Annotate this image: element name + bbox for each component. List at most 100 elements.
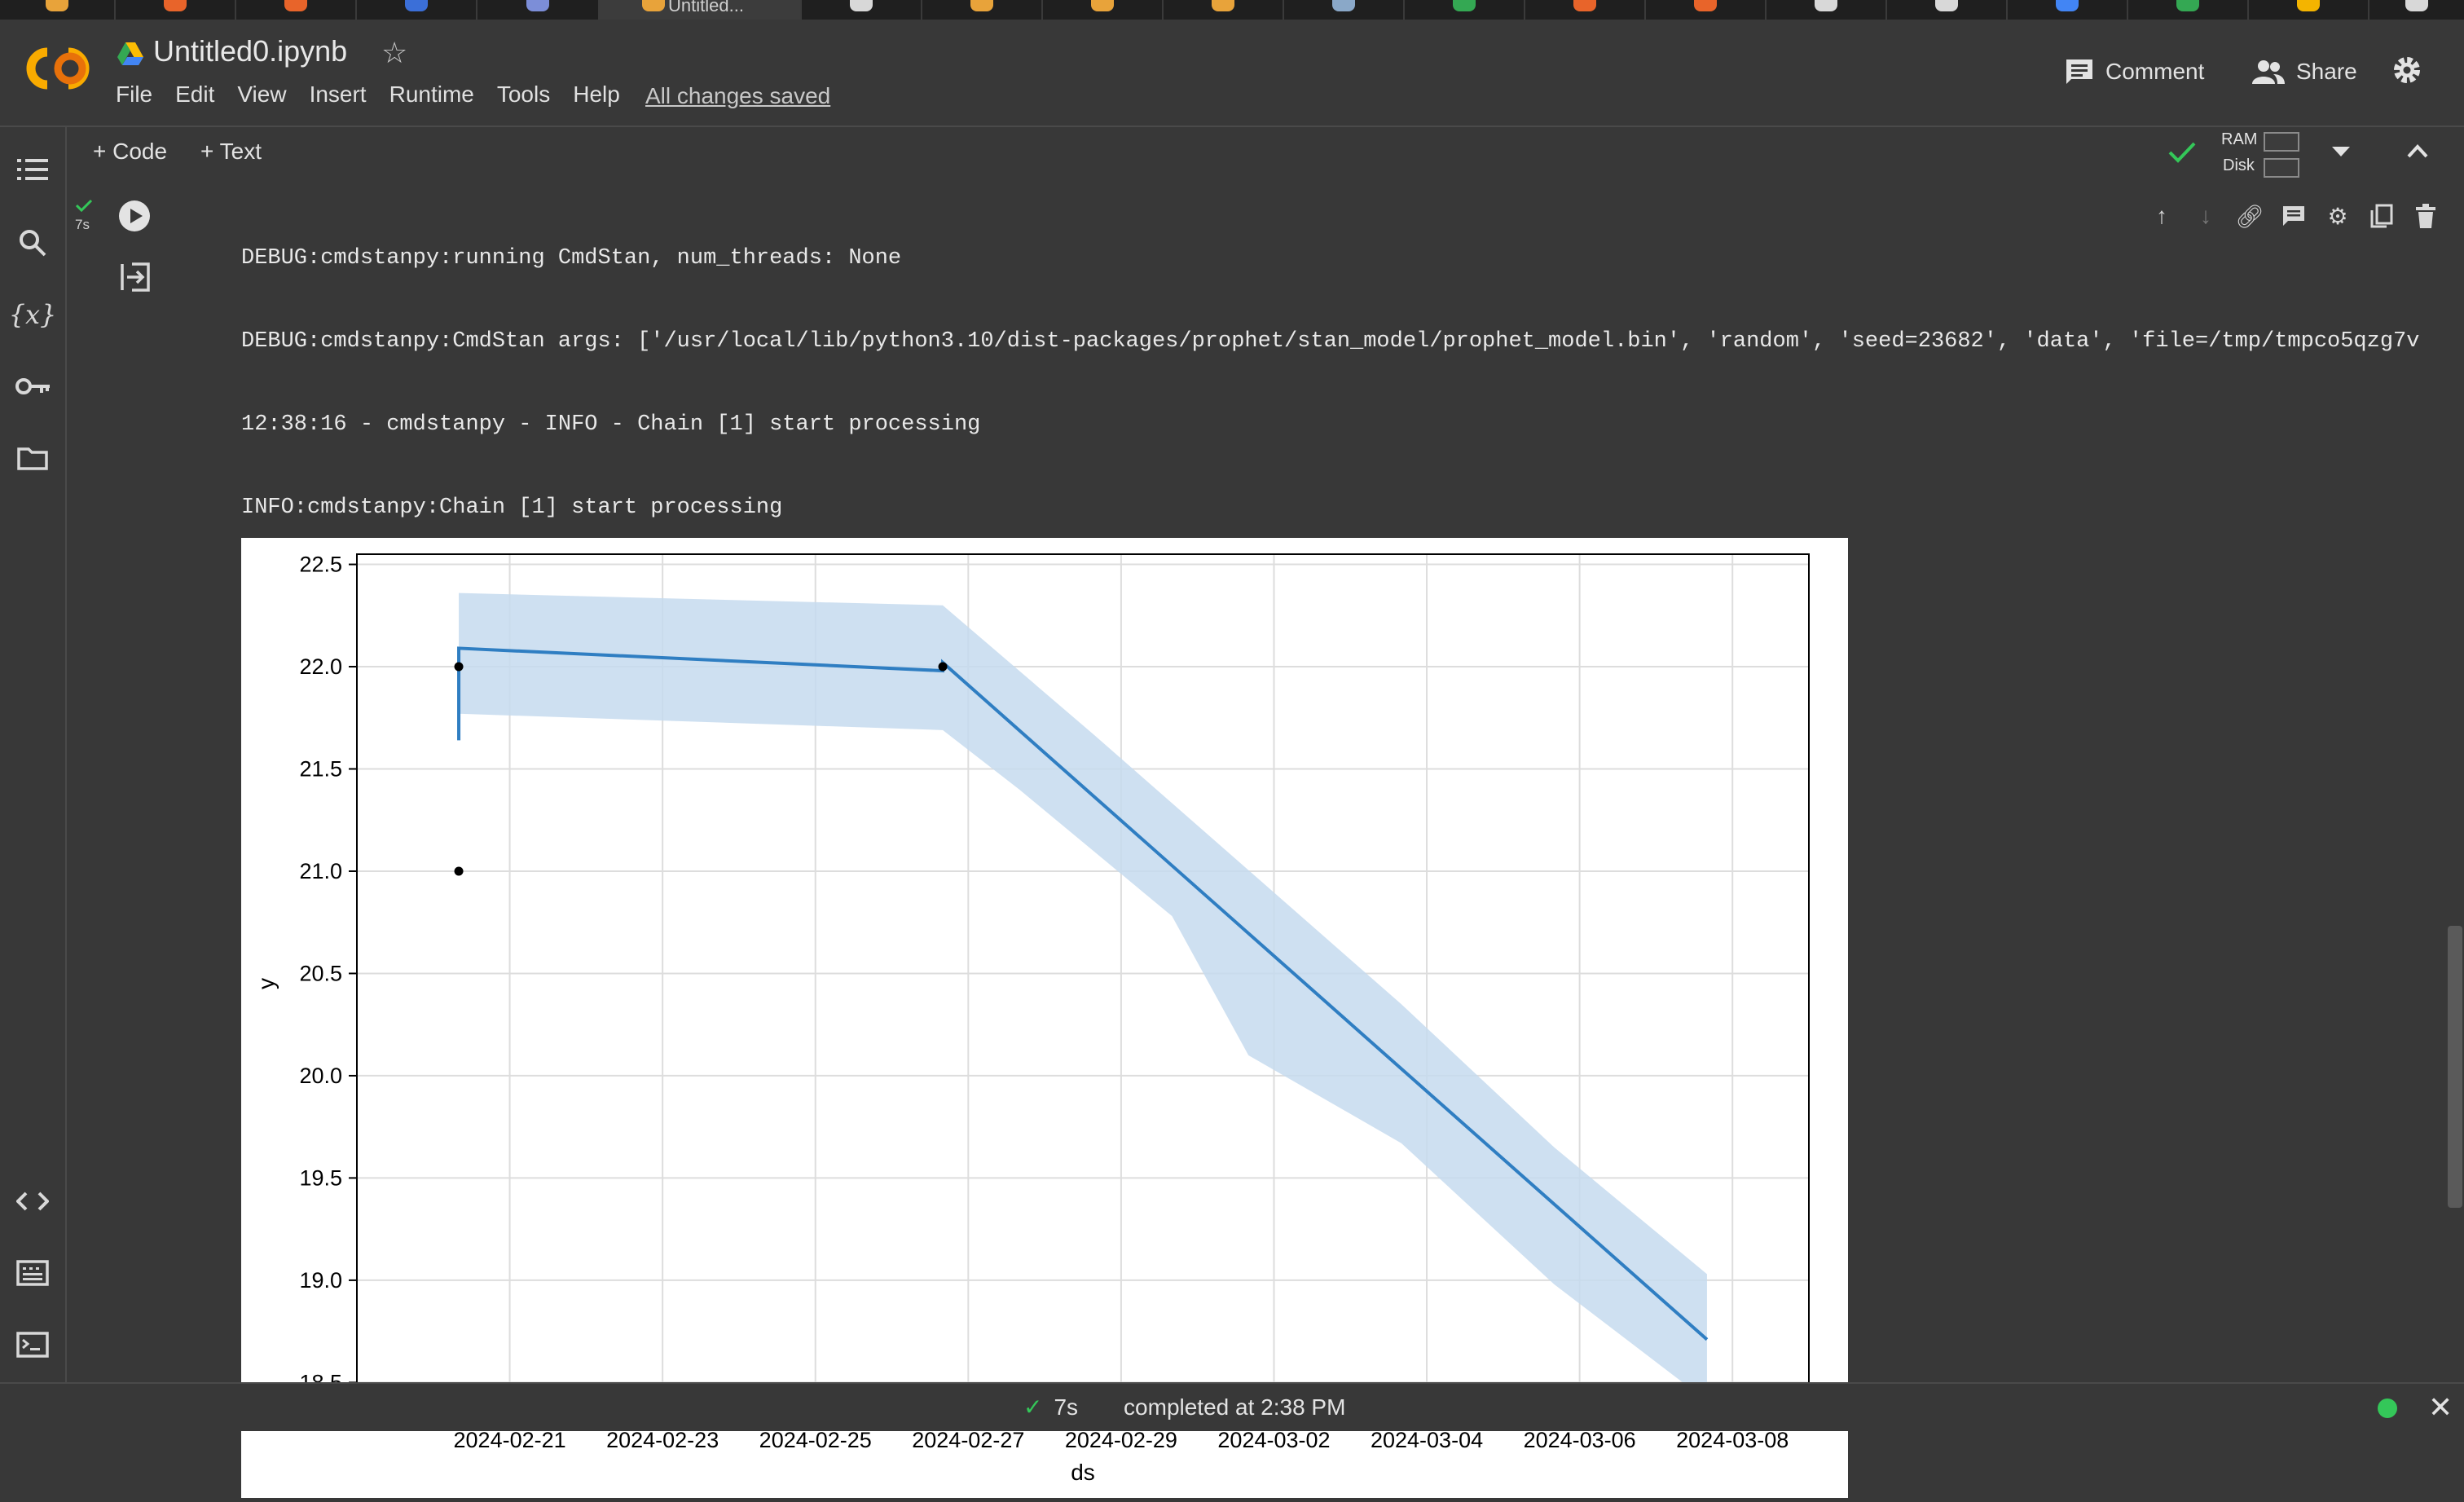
browser-tab[interactable] <box>1767 0 1887 20</box>
browser-tab[interactable] <box>0 0 116 20</box>
output-line: DEBUG:cmdstanpy:running CmdStan, num_thr… <box>241 246 902 271</box>
browser-tab[interactable] <box>1646 0 1767 20</box>
browser-tab[interactable] <box>2008 0 2128 20</box>
status-time: 7s <box>1054 1394 1079 1420</box>
browser-tab[interactable] <box>477 0 600 20</box>
menu-file[interactable]: File <box>116 81 152 108</box>
secrets-key-icon[interactable] <box>15 368 51 404</box>
menu-runtime[interactable]: Runtime <box>389 81 474 108</box>
x-tick-label: 2024-02-23 <box>606 1428 719 1452</box>
browser-tab[interactable] <box>2249 0 2369 20</box>
y-tick-label: 19.0 <box>299 1268 342 1293</box>
disk-usage-bar <box>2264 158 2299 178</box>
mirror-cell-icon[interactable] <box>2366 200 2397 231</box>
output-line: DEBUG:cmdstanpy:CmdStan args: ['/usr/loc… <box>241 329 2420 354</box>
x-tick-label: 2024-02-21 <box>454 1428 566 1452</box>
resources-dropdown-icon[interactable] <box>2332 147 2350 158</box>
settings-gear-icon[interactable] <box>2391 54 2423 86</box>
notebook-title[interactable]: Untitled0.ipynb <box>153 34 347 68</box>
observed-point <box>454 866 464 876</box>
browser-tab[interactable] <box>1405 0 1525 20</box>
add-comment-icon[interactable] <box>2278 200 2309 231</box>
y-tick-label: 21.0 <box>299 859 342 883</box>
browser-tab-active[interactable]: Untitled... <box>600 0 802 20</box>
code-cell: 7s DEBUG:cmdstanpy:running CmdStan, num_… <box>67 179 2464 1498</box>
add-code-cell-button[interactable]: + Code <box>93 139 167 165</box>
browser-tab[interactable] <box>357 0 477 20</box>
tab-favicon-icon <box>2176 0 2199 11</box>
tab-favicon-icon <box>1091 0 1114 11</box>
cell-settings-gear-icon[interactable]: ⚙ <box>2322 200 2353 231</box>
tab-favicon-icon <box>284 0 307 11</box>
command-palette-icon[interactable] <box>15 1255 51 1291</box>
save-status-link[interactable]: All changes saved <box>645 83 830 109</box>
search-icon[interactable] <box>15 225 51 261</box>
google-drive-icon[interactable] <box>117 41 143 65</box>
browser-tab[interactable] <box>1284 0 1405 20</box>
link-icon[interactable]: 🔗︎ <box>2234 200 2265 231</box>
comment-icon <box>2066 59 2092 84</box>
status-check-icon: ✓ <box>1023 1394 1043 1420</box>
left-sidebar: {𝑥} <box>0 127 67 1382</box>
tab-favicon-icon <box>2405 0 2428 11</box>
menu-edit[interactable]: Edit <box>175 81 214 108</box>
code-snippets-icon[interactable] <box>15 1183 51 1219</box>
more-options-icon[interactable]: ⋮ <box>2454 200 2464 231</box>
close-status-icon[interactable]: ✕ <box>2428 1390 2453 1425</box>
prophet-forecast-plot: 2024-02-21 2024-02-23 2024-02-25 2024-02-27… <box>241 538 1848 1498</box>
move-down-arrow-icon[interactable]: ↓ <box>2190 200 2221 231</box>
y-tick-label: 19.5 <box>299 1165 342 1190</box>
terminal-icon[interactable] <box>15 1327 51 1363</box>
browser-tab[interactable] <box>236 0 357 20</box>
share-button[interactable]: Share <box>2252 55 2357 88</box>
tab-favicon-icon <box>1212 0 1234 11</box>
star-icon[interactable]: ☆ <box>381 36 407 70</box>
x-tick-label: 2024-02-27 <box>912 1428 1024 1452</box>
tab-favicon-icon <box>526 0 549 11</box>
menu-insert[interactable]: Insert <box>310 81 367 108</box>
output-line: 12:38:16 - cmdstanpy - INFO - Chain [1] … <box>241 412 981 437</box>
table-of-contents-icon[interactable] <box>15 152 51 187</box>
move-up-arrow-icon[interactable]: ↑ <box>2146 200 2177 231</box>
x-tick-label: 2024-02-25 <box>759 1428 872 1452</box>
menu-tools[interactable]: Tools <box>497 81 550 108</box>
delete-trash-icon[interactable] <box>2410 200 2441 231</box>
browser-tab[interactable] <box>1887 0 2008 20</box>
tab-favicon-icon <box>970 0 993 11</box>
comment-button[interactable]: Comment <box>2065 55 2204 88</box>
browser-tab[interactable] <box>1525 0 1646 20</box>
browser-tab[interactable] <box>2128 0 2249 20</box>
browser-tab[interactable] <box>1043 0 1164 20</box>
tab-favicon-icon <box>1935 0 1958 11</box>
browser-tab[interactable] <box>802 0 922 20</box>
browser-tab[interactable] <box>922 0 1043 20</box>
x-tick-label: 2024-02-29 <box>1065 1428 1177 1452</box>
add-text-cell-button[interactable]: + Text <box>200 139 262 165</box>
files-folder-icon[interactable] <box>15 440 51 476</box>
x-tick-label: 2024-03-06 <box>1524 1428 1636 1452</box>
menu-view[interactable]: View <box>237 81 286 108</box>
ram-label: RAM <box>2221 130 2258 148</box>
browser-tab[interactable] <box>116 0 236 20</box>
colab-logo-icon <box>26 47 90 90</box>
notebook-toolbar: + Code + Text RAM Disk <box>67 127 2464 179</box>
cell-toolbar: ↑ ↓ 🔗︎ ⚙ ⋮ <box>2146 200 2464 231</box>
tab-favicon-icon <box>1815 0 1837 11</box>
browser-tab[interactable] <box>2369 0 2464 20</box>
disk-label: Disk <box>2223 156 2255 174</box>
connected-check-icon <box>2168 142 2196 163</box>
browser-tab[interactable] <box>1164 0 1284 20</box>
tab-favicon-icon <box>164 0 187 11</box>
output-actions-icon[interactable] <box>119 261 152 293</box>
collapse-chevron-up-icon[interactable] <box>2407 143 2428 158</box>
comment-label: Comment <box>2105 59 2205 84</box>
observed-point <box>454 662 464 672</box>
menu-help[interactable]: Help <box>573 81 620 108</box>
tab-favicon-icon <box>1453 0 1476 11</box>
run-cell-play-icon[interactable] <box>117 199 152 233</box>
x-tick-label: 2024-03-04 <box>1371 1428 1483 1452</box>
vertical-scrollbar[interactable] <box>2448 926 2462 1208</box>
variables-icon[interactable]: {𝑥} <box>9 297 57 333</box>
people-icon <box>2252 60 2285 84</box>
colab-favicon-icon <box>642 0 665 11</box>
